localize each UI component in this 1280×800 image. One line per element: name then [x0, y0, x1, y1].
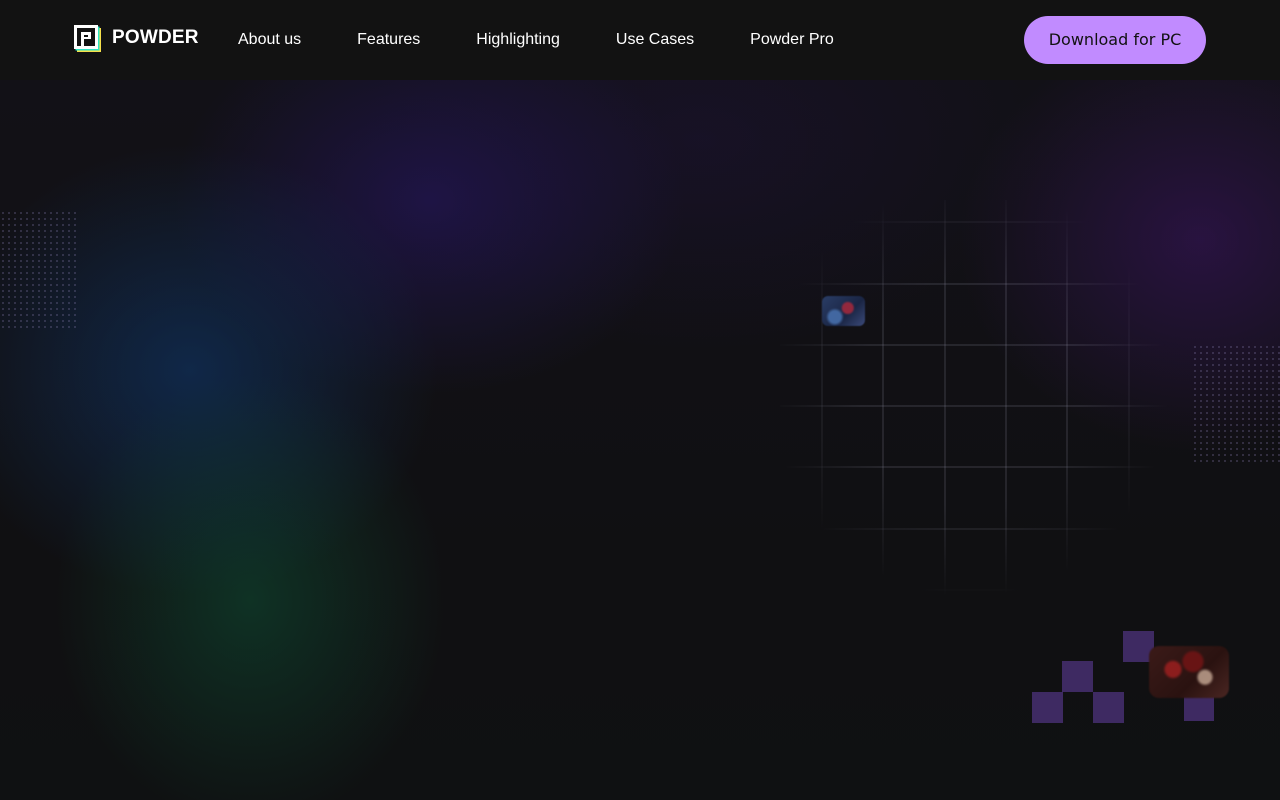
dot-pattern-right: [1192, 344, 1280, 464]
nav-link-use-cases[interactable]: Use Cases: [616, 30, 694, 50]
decorative-grid: [780, 200, 1170, 600]
main-nav: About us Features Highlighting Use Cases…: [238, 30, 834, 50]
powder-logo-icon: [74, 24, 101, 52]
nav-link-highlighting[interactable]: Highlighting: [476, 30, 560, 50]
pixel-block: [1062, 661, 1093, 692]
gameplay-thumbnail-large: [1149, 646, 1229, 698]
hero-section: [0, 80, 1280, 800]
nav-link-powder-pro[interactable]: Powder Pro: [750, 30, 834, 50]
download-for-pc-button[interactable]: Download for PC: [1024, 16, 1206, 64]
pixel-block: [1093, 692, 1124, 723]
dot-pattern-left: [0, 210, 76, 330]
top-navbar: POWDER About us Features Highlighting Us…: [0, 0, 1280, 80]
brand-name: POWDER: [112, 27, 199, 48]
gameplay-thumbnail-small: [822, 296, 865, 326]
nav-link-about-us[interactable]: About us: [238, 30, 301, 50]
nav-link-features[interactable]: Features: [357, 30, 420, 50]
pixel-block: [1032, 692, 1063, 723]
brand-logo-link[interactable]: POWDER: [74, 24, 199, 52]
